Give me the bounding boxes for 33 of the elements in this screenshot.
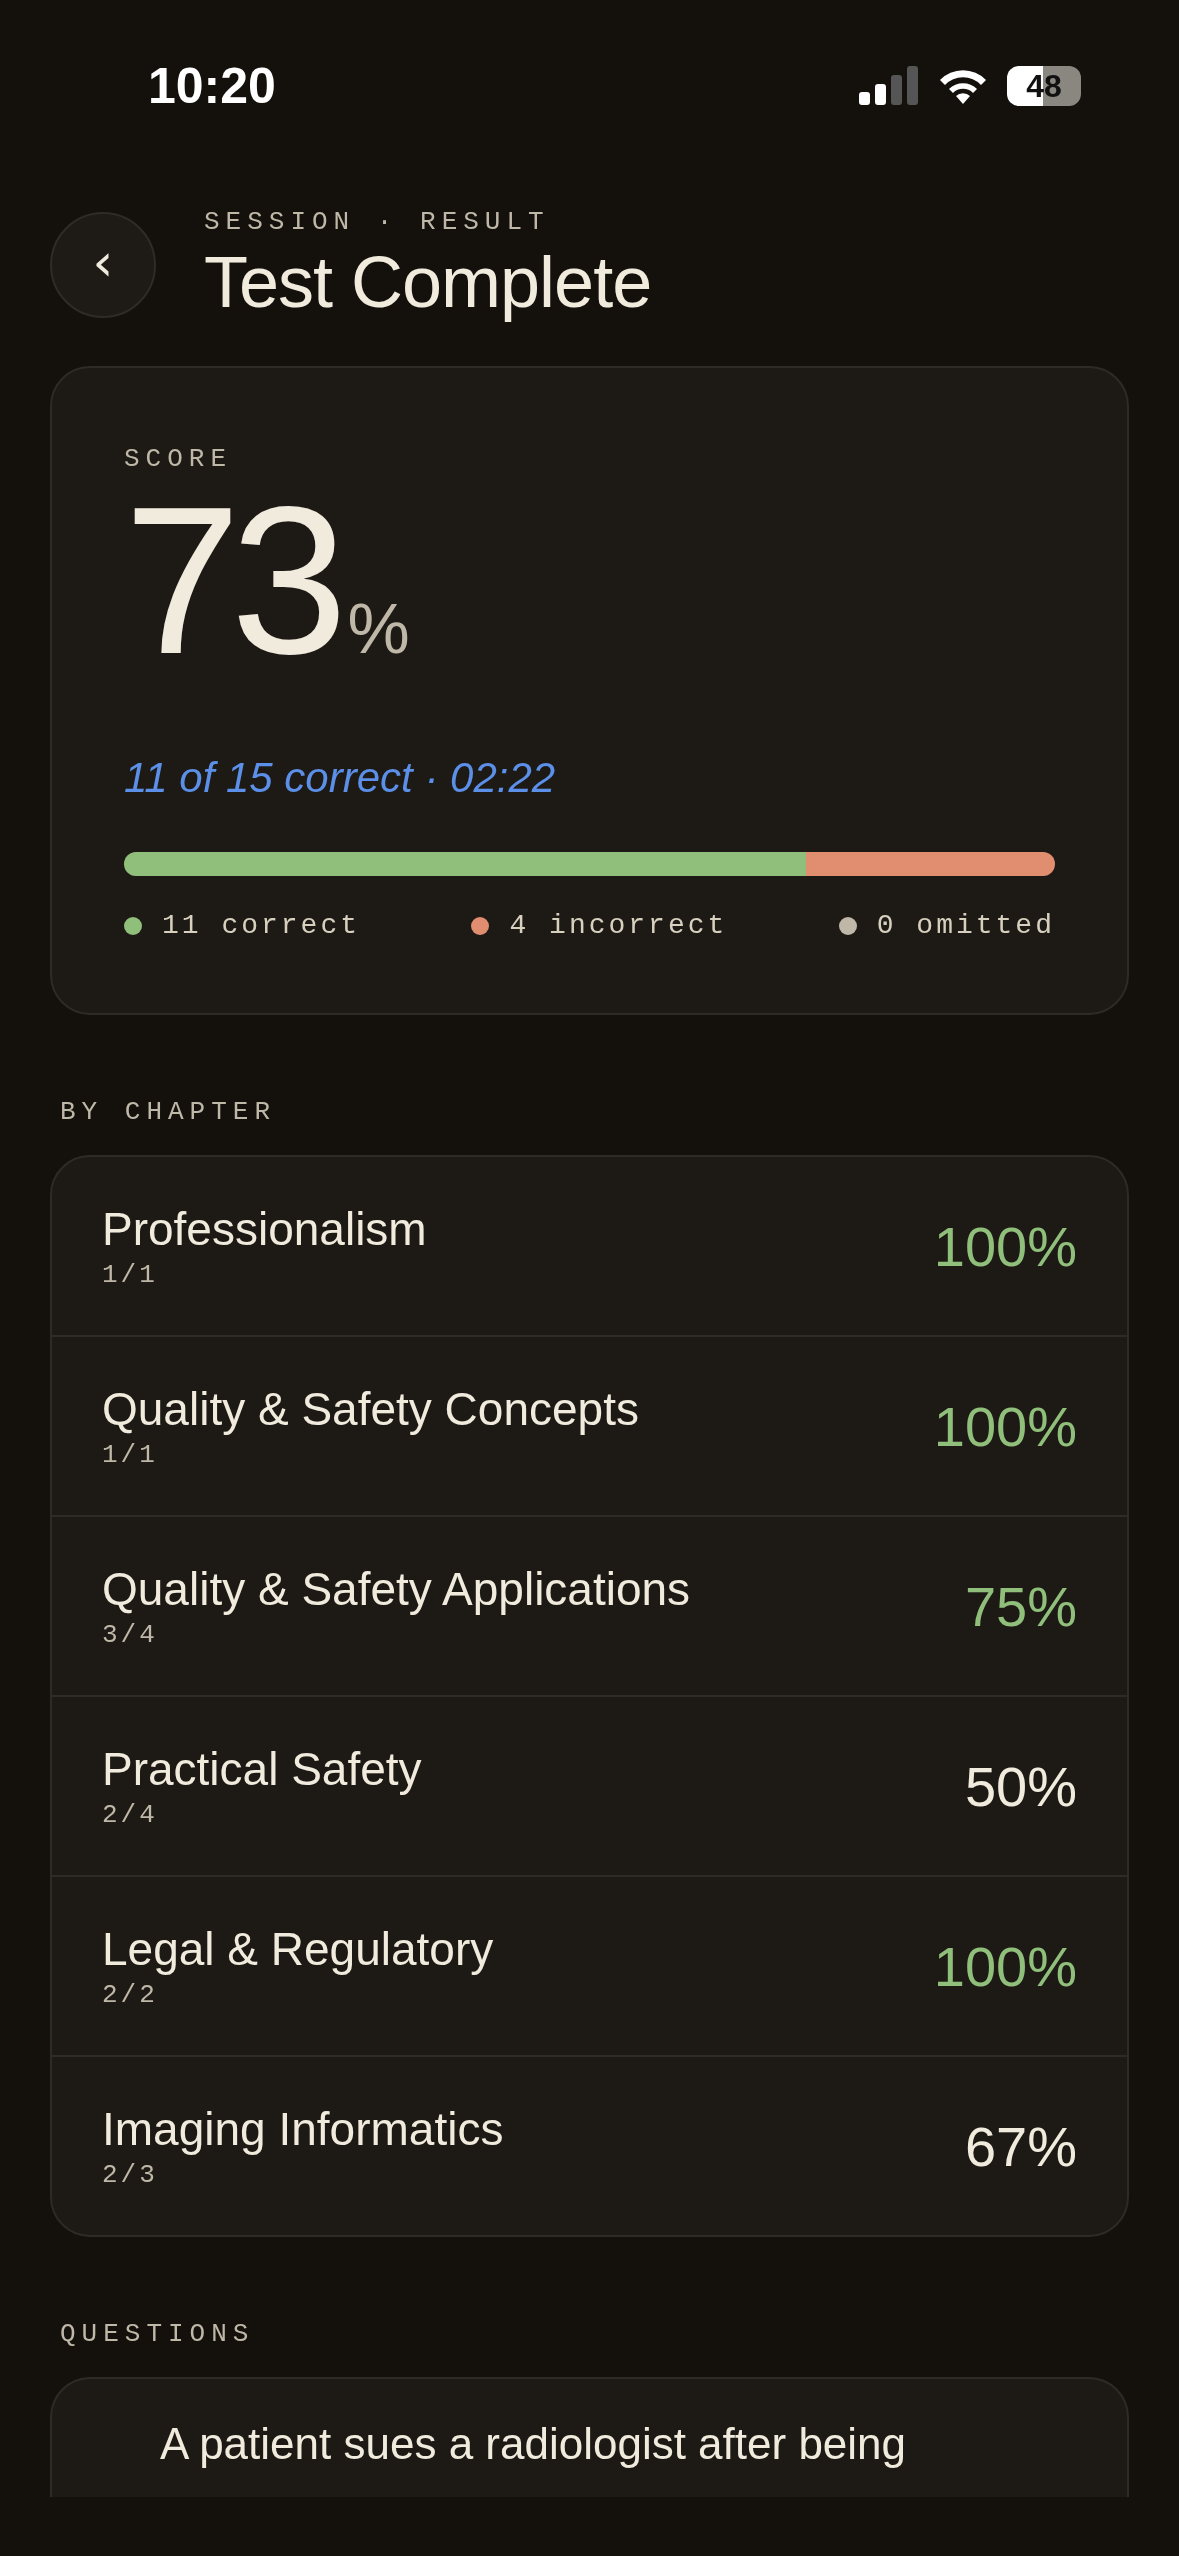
chapter-name: Imaging Informatics [102,2102,504,2156]
question-text: A patient sues a radiologist after being [160,2419,908,2469]
score-value: 73 [124,476,338,686]
chapter-percent: 100% [933,1213,1077,1279]
legend-label: 4 incorrect [509,910,728,941]
chapter-count: 2/2 [102,1980,159,2010]
chapter-count: 1/1 [102,1260,159,1290]
chapter-count: 3/4 [102,1620,159,1650]
chapter-percent: 67% [964,2113,1077,2179]
score-label: SCORE [124,444,233,474]
score-summary: 11 of 15 correct · 02:22 [124,754,557,802]
chapter-percent: 50% [964,1753,1077,1819]
chapter-name: Quality & Safety Concepts [102,1382,639,1436]
chapter-name: Practical Safety [102,1742,422,1796]
legend-label: 0 omitted [876,910,1055,941]
chapter-name: Legal & Regulatory [102,1922,494,1976]
percent-sign: % [347,589,410,669]
chapter-count: 2/4 [102,1800,159,1830]
status-time: 10:20 [148,57,276,115]
chapter-name: Quality & Safety Applications [102,1562,691,1616]
legend-label: 11 correct [162,910,361,941]
signal-icon [859,66,919,106]
page-title: Test Complete [204,241,652,323]
chapter-percent: 100% [933,1933,1077,1999]
back-button[interactable]: ‹ [50,212,156,318]
chapter-count: 2/3 [102,2160,159,2190]
section-label: SESSION · RESULT [204,207,551,237]
section-heading: BY CHAPTER [59,1096,278,1129]
chapter-count: 1/1 [102,1440,159,1470]
chapter-percent: 75% [964,1573,1077,1639]
section-heading: QUESTIONS [59,2318,256,2351]
chapter-name: Professionalism [102,1202,427,1256]
chapter-percent: 100% [933,1393,1077,1459]
